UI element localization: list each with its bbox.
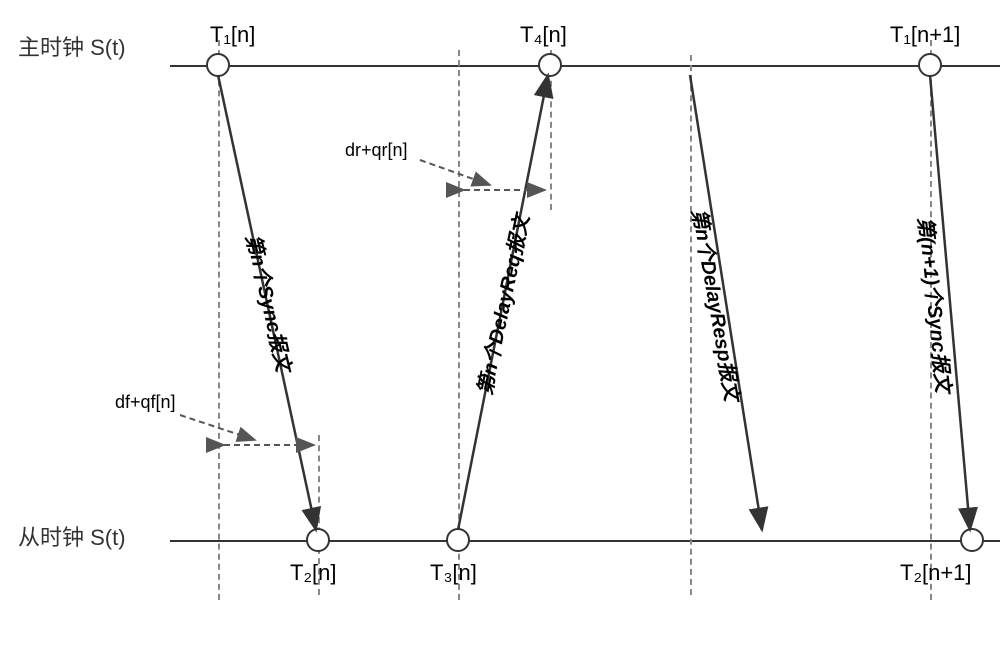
label-sync-n: 第n个Sync报文 — [240, 231, 300, 374]
label-delayresp-n: 第n个DelayResp报文 — [686, 206, 748, 403]
label-df: df+qf[n] — [115, 392, 176, 413]
ts-t2n1: T₂[n+1] — [900, 560, 972, 586]
event-t2n — [306, 528, 330, 552]
event-t4n — [538, 53, 562, 77]
event-t1n1 — [918, 53, 942, 77]
guide-t3n — [458, 50, 460, 600]
master-label: 主时钟 S(t) — [18, 30, 126, 62]
ts-t1n1: T₁[n+1] — [890, 22, 960, 48]
ts-t4n: T₄[n] — [520, 22, 567, 48]
event-t1n — [206, 53, 230, 77]
ts-t2n: T₂[n] — [290, 560, 336, 586]
ts-t3n: T₃[n] — [430, 560, 477, 586]
label-dr: dr+qr[n] — [345, 140, 408, 161]
master-timeline — [170, 65, 1000, 67]
slave-label: 从时钟 S(t) — [18, 520, 126, 552]
event-t2n1 — [960, 528, 984, 552]
ts-t1n: T₁[n] — [210, 22, 255, 48]
label-delayreq-n: 第n个DelayReq报文 — [468, 212, 534, 397]
event-t3n — [446, 528, 470, 552]
slave-timeline — [170, 540, 1000, 542]
guide-delayresp — [690, 55, 692, 595]
diagram-stage: { "axes": { "master_label": "主时钟 S(t)", … — [0, 0, 1000, 651]
guide-t1n — [218, 40, 220, 600]
label-sync-n1: 第(n+1)个Sync报文 — [912, 215, 959, 393]
